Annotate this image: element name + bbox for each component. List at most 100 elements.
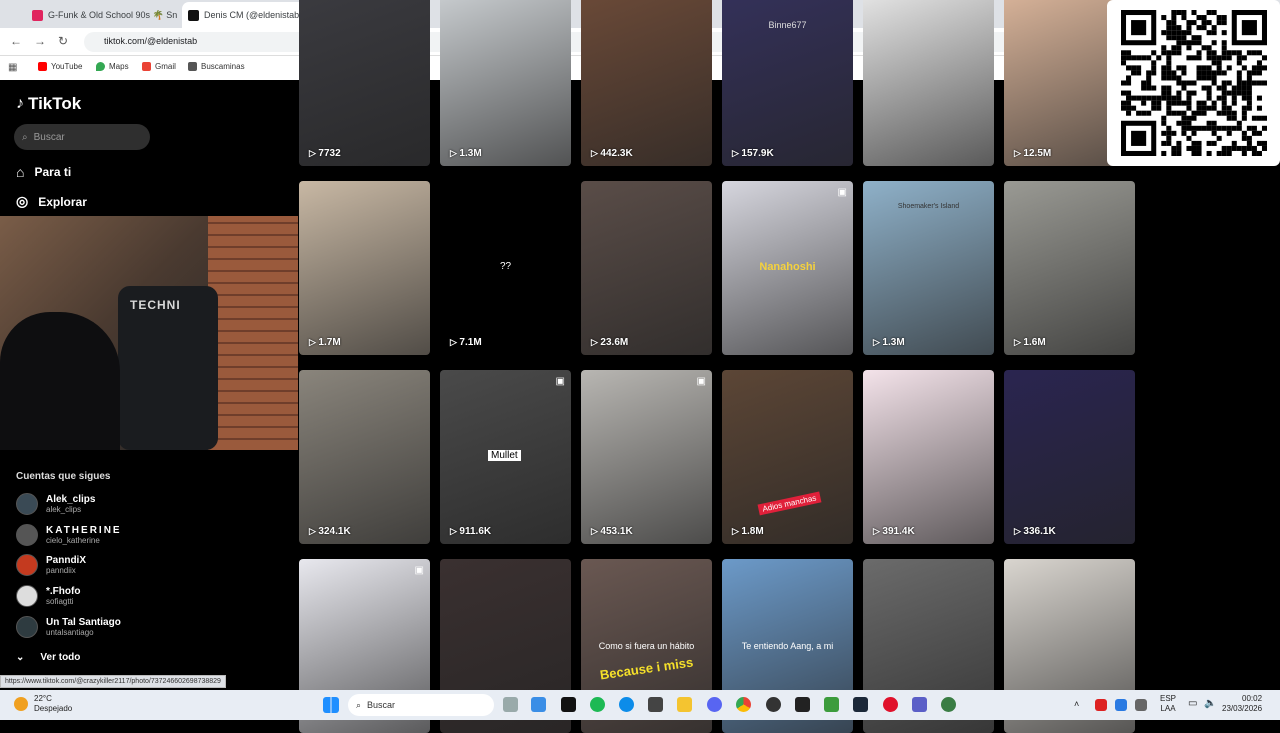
spotify-icon[interactable] [590, 697, 605, 712]
home-icon: ⌂ [16, 164, 25, 180]
store-icon[interactable] [648, 697, 663, 712]
following-header: Cuentas que sigues [16, 471, 111, 482]
video-overlay-text: Adios manchas [757, 491, 822, 516]
search-placeholder: Buscar [33, 131, 65, 143]
video-tile[interactable]: 453.1K ▣ [581, 370, 712, 544]
account-handle: alek_clips [46, 505, 82, 514]
clock[interactable]: 00:02 23/03/2026 [1222, 694, 1262, 714]
view-count: 23.6M [591, 337, 628, 348]
chrome-icon[interactable] [736, 697, 751, 712]
tab-title: G-Funk & Old School 90s 🌴 Sn [48, 9, 178, 20]
settings-icon[interactable] [766, 697, 781, 712]
video-tile[interactable]: Nanahoshi ▣ [722, 181, 853, 355]
tab-title: Denis CM (@eldenistab [204, 10, 300, 20]
nav-para-ti[interactable]: ⌂ Para ti [16, 164, 71, 180]
video-tile[interactable]: 23.6M [581, 181, 712, 355]
windows-taskbar: 22°C Despejado ⌕ Buscar ˄ ESP LAA ▭ 🔈 00… [0, 690, 1280, 720]
account-item[interactable]: PanndiX panndiix [16, 554, 86, 576]
language-indicator[interactable]: ESP LAA [1160, 694, 1176, 714]
forward-icon[interactable]: → [34, 34, 46, 48]
see-all-link[interactable]: ⌄ Ver todo [16, 652, 80, 663]
wifi-icon[interactable]: ▭ [1188, 698, 1197, 709]
lang-top: ESP [1160, 694, 1177, 703]
view-count: 12.5M [1014, 148, 1051, 159]
tiktok-app-icon[interactable] [561, 697, 576, 712]
apps-icon[interactable]: ▦ [8, 62, 17, 73]
view-count: 442.3K [591, 148, 632, 159]
video-tile[interactable]: ?? 7.1M [440, 181, 571, 355]
tray-app-icon[interactable] [1115, 699, 1127, 711]
view-count: 453.1K [591, 526, 632, 537]
chevron-up-icon[interactable]: ˄ [1074, 699, 1079, 709]
avatar [16, 616, 38, 638]
back-icon[interactable]: ← [10, 34, 22, 48]
account-item[interactable]: *.Fhofo sofiagtti [16, 585, 80, 607]
search-input[interactable]: ⌕ Buscar [14, 124, 150, 150]
account-name: KATHERINE [46, 525, 122, 536]
bookmark-maps[interactable]: Maps [96, 62, 129, 71]
tiktok-logo[interactable]: ♪ TikTok [16, 94, 81, 114]
video-tile[interactable]: 7732 [299, 0, 430, 166]
video-tile[interactable]: Shoemaker's Island 1.3M [863, 181, 994, 355]
discord-icon[interactable] [707, 697, 722, 712]
view-count: 1.8M [732, 526, 763, 537]
opera-icon[interactable] [883, 697, 898, 712]
nav-explorar[interactable]: ◎ Explorar [16, 193, 87, 210]
video-tile[interactable]: 391.4K [863, 370, 994, 544]
account-name: Un Tal Santiago [46, 617, 121, 628]
video-tile[interactable]: 1.7M [299, 181, 430, 355]
nav-label: Para ti [34, 165, 72, 179]
account-item[interactable]: KATHERINE cielo_katherine [16, 524, 122, 546]
video-tile[interactable] [863, 0, 994, 166]
weather-desc: Despejado [34, 704, 73, 713]
tray-mic-icon[interactable] [1135, 699, 1147, 711]
video-tile[interactable]: Adios manchas 1.8M [722, 370, 853, 544]
clock-date: 23/03/2026 [1222, 704, 1263, 713]
compass-icon: ◎ [16, 193, 29, 209]
account-item[interactable]: Alek_clips alek_clips [16, 493, 95, 515]
status-bar-url: https://www.tiktok.com/@crazykiller2117/… [0, 675, 226, 688]
brick-wall [208, 216, 298, 450]
video-tile[interactable]: 1.6M [1004, 181, 1135, 355]
photo-carousel-icon: ▣ [555, 376, 565, 387]
view-count: 1.3M [873, 337, 904, 348]
account-name: Alek_clips [46, 494, 96, 505]
tiktok-favicon-icon [188, 9, 199, 21]
windows-start-icon[interactable] [323, 697, 339, 713]
bookmark-gmail[interactable]: Gmail [142, 62, 176, 71]
bookmark-buscaminas[interactable]: Buscaminas [188, 62, 245, 71]
view-count: 1.3M [450, 148, 481, 159]
edge-icon[interactable] [619, 697, 634, 712]
taskbar-search[interactable]: ⌕ Buscar [348, 694, 494, 716]
epic-games-icon[interactable] [795, 697, 810, 712]
xbox-icon[interactable] [941, 697, 956, 712]
account-item[interactable]: Un Tal Santiago untalsantiago [16, 616, 121, 638]
steam-icon[interactable] [853, 697, 868, 712]
tray-app-icon[interactable] [1095, 699, 1107, 711]
reload-icon[interactable]: ↻ [58, 34, 68, 48]
video-tile[interactable]: 442.3K [581, 0, 712, 166]
video-tile[interactable]: Mullet 911.6K ▣ [440, 370, 571, 544]
video-tile[interactable]: Binne677 157.9K [722, 0, 853, 166]
photo-carousel-icon: ▣ [414, 565, 424, 576]
webcam-overlay: TECHNI [0, 216, 298, 450]
youtube-favicon-icon [32, 9, 43, 21]
teams-icon[interactable] [912, 697, 927, 712]
video-tile[interactable]: 324.1K [299, 370, 430, 544]
qr-code-icon [1121, 10, 1267, 156]
view-count: 324.1K [309, 526, 350, 537]
volume-icon[interactable]: 🔈 [1204, 698, 1216, 709]
view-count: 7732 [309, 148, 340, 159]
minecraft-icon[interactable] [824, 697, 839, 712]
weather-widget[interactable]: 22°C Despejado [14, 694, 72, 714]
account-handle: cielo_katherine [46, 536, 100, 545]
video-tile[interactable]: 336.1K [1004, 370, 1135, 544]
video-tile[interactable]: 1.3M [440, 0, 571, 166]
folder-icon[interactable] [677, 697, 692, 712]
task-view-icon[interactable] [503, 697, 518, 712]
tab-gfunk[interactable]: G-Funk & Old School 90s 🌴 Sn ✕ [26, 2, 180, 28]
clock-time: 00:02 [1242, 694, 1263, 703]
widgets-icon[interactable] [531, 697, 546, 712]
bookmark-youtube[interactable]: YouTube [38, 62, 82, 71]
logo-text: TikTok [28, 94, 82, 113]
